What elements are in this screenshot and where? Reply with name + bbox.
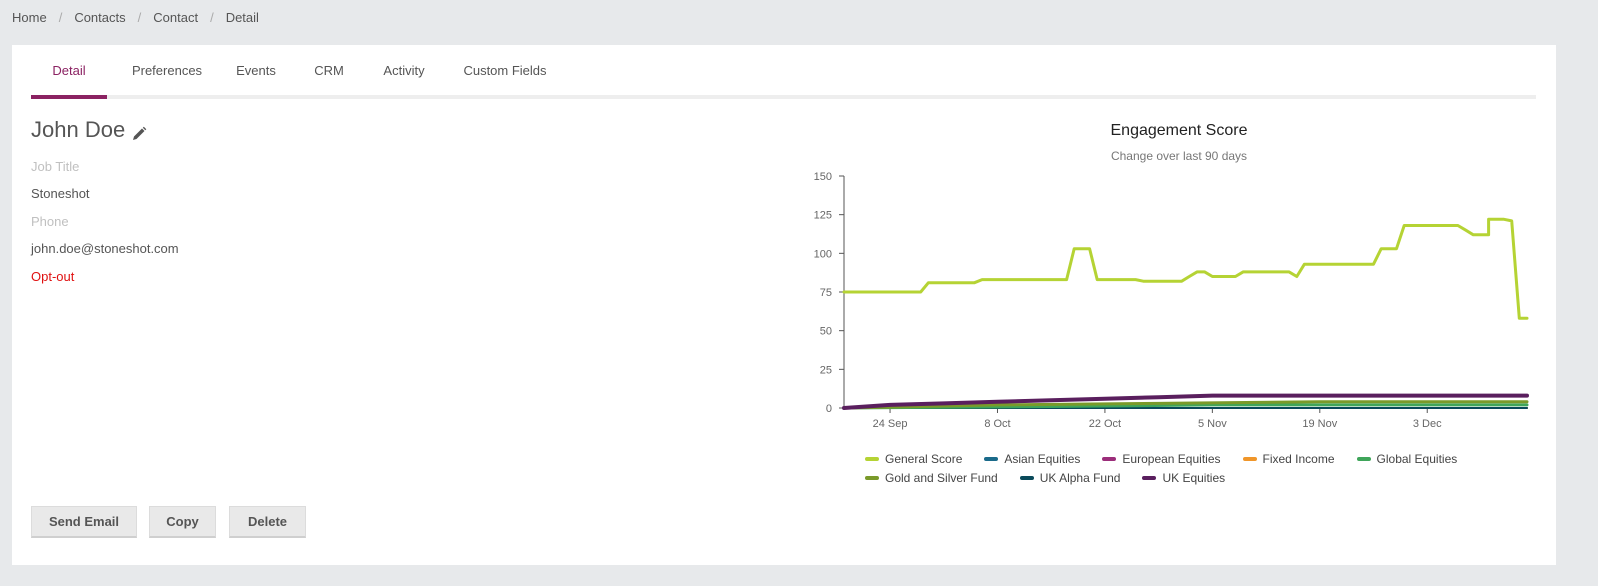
chart-legend: General Score Asian Equities European Equi… [865, 450, 1505, 486]
company-name: Stoneshot [31, 186, 90, 201]
chart-subtitle: Change over last 90 days [1111, 149, 1247, 163]
legend-label: General Score [885, 451, 963, 466]
chart-title: Engagement Score [1111, 122, 1248, 139]
legend-swatch [1019, 475, 1034, 480]
x-tick-label: 5 Nov [1198, 418, 1227, 430]
x-tick-label: 3 Dec [1413, 418, 1442, 430]
y-tick-label: 150 [814, 171, 832, 183]
breadcrumb-contact[interactable]: Contact [153, 10, 198, 25]
breadcrumb-separator: / [210, 10, 214, 25]
contact-name: John Doe [31, 117, 126, 142]
send-email-button[interactable]: Send Email [31, 506, 137, 538]
legend-item-global-equities[interactable]: Global Equities [1356, 450, 1458, 467]
copy-button[interactable]: Copy [149, 506, 216, 538]
legend-swatch [1142, 475, 1157, 480]
tab-detail[interactable]: Detail [31, 45, 107, 99]
legend-swatch [865, 456, 879, 461]
x-tick-label: 24 Sep [873, 418, 908, 430]
legend-swatch [1356, 456, 1371, 461]
legend-label: UK Equities [1162, 470, 1226, 485]
legend-item-general-score[interactable]: General Score [865, 450, 962, 467]
y-tick-label: 125 [814, 210, 832, 222]
x-tick-label: 19 Nov [1302, 418, 1337, 430]
y-tick-label: 0 [826, 403, 832, 415]
legend-label: Global Equities [1376, 451, 1458, 466]
y-tick-label: 100 [814, 248, 832, 260]
legend-item-gold-and-silver-fund[interactable]: Gold and Silver Fund [865, 469, 998, 486]
tab-preferences[interactable]: Preferences [127, 45, 207, 95]
job-title-placeholder: Job Title [31, 159, 80, 174]
tab-activity[interactable]: Activity [377, 45, 431, 95]
series-line-general-score [842, 217, 1529, 320]
legend-item-european-equities[interactable]: European Equities [1102, 450, 1221, 467]
breadcrumb-contacts[interactable]: Contacts [74, 10, 125, 25]
tab-custom-fields[interactable]: Custom Fields [459, 45, 551, 95]
breadcrumb-separator: / [137, 10, 142, 25]
breadcrumb-detail: Detail [225, 10, 259, 25]
legend-label: Gold and Silver Fund [885, 470, 998, 485]
y-tick-label: 50 [820, 326, 832, 338]
breadcrumb: Home / Contacts / Contact / Detail [12, 10, 259, 25]
y-tick-label: 25 [820, 364, 832, 376]
tab-crm[interactable]: CRM [309, 45, 349, 95]
legend-swatch [1102, 456, 1117, 461]
legend-swatch [984, 456, 999, 461]
phone-placeholder: Phone [31, 214, 69, 229]
x-tick-label: 22 Oct [1089, 418, 1121, 430]
legend-item-uk-alpha-fund[interactable]: UK Alpha Fund [1019, 469, 1121, 486]
legend-label: Fixed Income [1262, 451, 1335, 466]
tab-bar: Detail Preferences Events CRM Activity C… [31, 45, 1536, 99]
legend-swatch [1242, 456, 1257, 461]
chart-svg: Engagement Score Change over last 90 day… [814, 122, 1529, 430]
legend-item-asian-equities[interactable]: Asian Equities [984, 450, 1080, 467]
breadcrumb-separator: / [58, 10, 63, 25]
legend-swatch [865, 475, 879, 480]
breadcrumb-home[interactable]: Home [12, 10, 47, 25]
delete-button[interactable]: Delete [229, 506, 306, 538]
x-tick-label: 8 Oct [984, 418, 1010, 430]
y-tick-label: 75 [820, 287, 832, 299]
opt-out-status: Opt-out [31, 269, 75, 284]
tab-events[interactable]: Events [231, 45, 281, 95]
engagement-score-chart: Engagement Score Change over last 90 day… [782, 105, 1542, 505]
email-address[interactable]: john.doe@stoneshot.com [31, 241, 179, 256]
legend-label: Asian Equities [1004, 451, 1081, 466]
pencil-edit-icon[interactable] [131, 122, 147, 140]
contact-panel: Detail Preferences Events CRM Activity C… [12, 45, 1556, 565]
contact-name-row: John Doe [31, 117, 147, 143]
legend-label: UK Alpha Fund [1039, 470, 1121, 485]
legend-item-uk-equities[interactable]: UK Equities [1142, 469, 1225, 486]
legend-item-fixed-income[interactable]: Fixed Income [1242, 450, 1335, 467]
legend-label: European Equities [1122, 451, 1221, 466]
